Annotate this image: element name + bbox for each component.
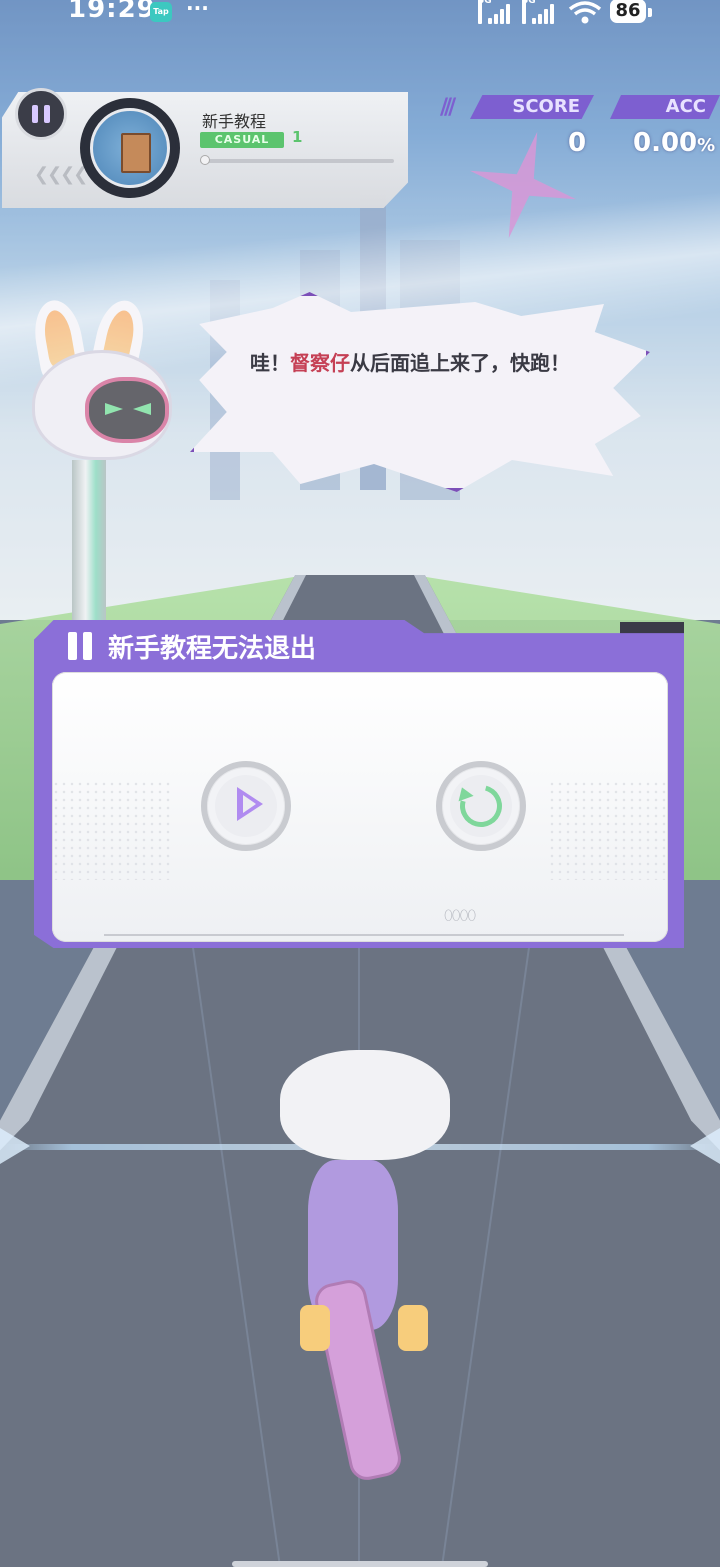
wifi-icon (568, 1, 602, 24)
retry-button[interactable] (436, 761, 526, 851)
battery-indicator: 86 (610, 0, 646, 23)
song-progress-bar (200, 159, 394, 163)
difficulty-badge: CASUAL (200, 132, 284, 148)
song-progress-knob (200, 155, 210, 165)
battery-tip (648, 8, 652, 17)
speech-text: 哇！督察仔从后面追上来了，快跑！ (250, 351, 570, 375)
tap-app-icon: Tap (150, 2, 172, 22)
pause-icon (32, 105, 38, 123)
pause-button[interactable] (15, 88, 67, 140)
dialog-title: 新手教程无法退出 (108, 634, 317, 664)
difficulty-level: 1 (292, 128, 303, 146)
dialog-decor-line (104, 918, 624, 936)
dialog-pause-icon (68, 632, 94, 660)
acc-label: ACC (610, 95, 720, 119)
status-time: 19:29 (68, 0, 156, 24)
dialog-dot-pattern (548, 780, 668, 880)
more-notifications-icon: ··· (186, 0, 209, 20)
gesture-bar[interactable] (232, 1561, 488, 1567)
dialog-dot-pattern (52, 780, 172, 880)
signal-icon: 5G (522, 0, 558, 24)
song-jacket (80, 98, 180, 198)
song-title: 新手教程 (202, 112, 267, 131)
score-label: SCORE (470, 95, 594, 119)
signal-icon: 5G (478, 0, 514, 24)
dialog-decor-pills: ⬯⬯⬯⬯ (444, 908, 476, 924)
score-value: 0 (568, 128, 587, 158)
acc-value: 0.00% (633, 128, 716, 158)
resume-button[interactable] (201, 761, 291, 851)
status-bar: 19:29 Tap ··· 5G 5G 86 (0, 0, 720, 28)
book-icon (121, 133, 151, 173)
speech-highlight: 督察仔 (290, 351, 350, 375)
